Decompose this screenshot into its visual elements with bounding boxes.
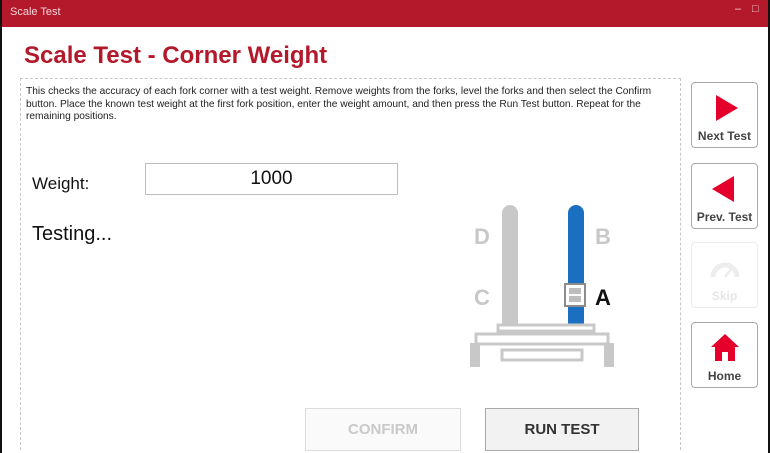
- weight-input[interactable]: 1000: [145, 163, 398, 195]
- status-text: Testing...: [32, 223, 113, 245]
- prev-test-button[interactable]: Prev. Test: [691, 163, 758, 229]
- weight-label: Weight:: [32, 174, 90, 193]
- carriage-top: [496, 323, 596, 333]
- fork-diagram: D B C A: [470, 205, 614, 367]
- play-right-icon: [716, 95, 738, 121]
- fork-label-a: A: [595, 285, 611, 310]
- carriage-lower-bar: [500, 348, 584, 362]
- home-button[interactable]: Home: [691, 322, 758, 388]
- page-title: Scale Test - Corner Weight: [24, 42, 328, 69]
- maximize-button[interactable]: □: [752, 3, 759, 15]
- minimize-button[interactable]: –: [735, 3, 741, 15]
- skip-button[interactable]: Skip: [691, 242, 758, 308]
- app-window: Scale Test – □ Scale Test - Corner Weigh…: [0, 0, 770, 453]
- next-test-label: Next Test: [697, 129, 752, 143]
- instructions-text: This checks the accuracy of each fork co…: [26, 86, 652, 122]
- fork-label-d: D: [474, 224, 490, 249]
- fork-label-b: B: [595, 224, 611, 249]
- test-weight-block-top: [569, 288, 581, 294]
- test-weight-block: [564, 283, 586, 307]
- fork-left: [502, 205, 518, 335]
- carriage-right-leg: [604, 343, 614, 367]
- carriage-left-leg: [470, 343, 480, 367]
- prev-test-label: Prev. Test: [696, 210, 753, 224]
- skip-label: Skip: [711, 289, 738, 303]
- home-label: Home: [707, 369, 742, 383]
- fork-label-c: C: [474, 285, 490, 310]
- gauge-icon: [710, 262, 740, 278]
- play-left-icon: [712, 176, 734, 202]
- carriage-base: [474, 332, 610, 346]
- window-title: Scale Test: [10, 6, 61, 18]
- test-weight-block-bottom: [569, 296, 581, 302]
- fork-right: [568, 205, 584, 330]
- title-bar: Scale Test – □: [2, 0, 768, 27]
- run-test-button[interactable]: RUN TEST: [485, 408, 639, 451]
- next-test-button[interactable]: Next Test: [691, 82, 758, 148]
- home-icon: [711, 334, 739, 361]
- confirm-button[interactable]: CONFIRM: [305, 408, 461, 451]
